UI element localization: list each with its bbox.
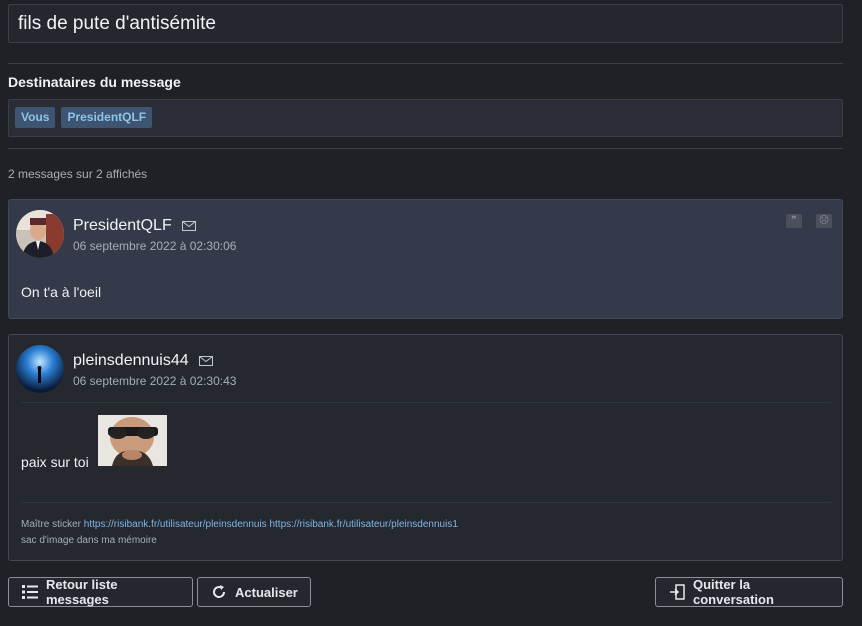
refresh-button[interactable]: Actualiser bbox=[197, 577, 311, 607]
recipients-list: Vous PresidentQLF bbox=[8, 99, 843, 137]
mail-icon[interactable] bbox=[181, 221, 196, 231]
back-to-messages-button[interactable]: Retour liste messages bbox=[8, 577, 193, 607]
messages-count: 2 messages sur 2 affichés bbox=[8, 167, 148, 181]
divider bbox=[21, 402, 831, 403]
refresh-button-label: Actualiser bbox=[235, 584, 298, 600]
recipient-tag-presidentqlf[interactable]: PresidentQLF bbox=[61, 107, 153, 128]
mail-icon[interactable] bbox=[198, 356, 213, 366]
recipient-tag-vous[interactable]: Vous bbox=[15, 107, 56, 128]
signature: Maître sticker https://risibank.fr/utili… bbox=[21, 517, 458, 549]
quote-icon[interactable]: ❞ bbox=[786, 214, 802, 228]
message-date: 06 septembre 2022 à 02:30:43 bbox=[73, 374, 237, 388]
back-button-label: Retour liste messages bbox=[46, 577, 118, 607]
leave-button-label: Quitter la conversation bbox=[693, 577, 774, 607]
author-name[interactable]: pleinsdennuis44 bbox=[73, 352, 189, 370]
report-icon[interactable]: ☹ bbox=[816, 214, 832, 228]
message-body: On t'a à l'oeil bbox=[21, 284, 102, 300]
exit-icon bbox=[670, 584, 685, 600]
refresh-icon bbox=[213, 585, 226, 598]
message-card: pleinsdennuis44 06 septembre 2022 à 02:3… bbox=[8, 334, 843, 561]
message-author: pleinsdennuis44 bbox=[73, 352, 213, 370]
signature-link[interactable]: https://risibank.fr/utilisateur/pleinsde… bbox=[269, 519, 457, 530]
divider bbox=[8, 63, 843, 64]
message-card: PresidentQLF 06 septembre 2022 à 02:30:0… bbox=[8, 199, 843, 319]
recipients-label: Destinataires du message bbox=[8, 74, 181, 90]
avatar[interactable] bbox=[16, 210, 64, 258]
avatar[interactable] bbox=[16, 345, 64, 393]
message-date: 06 septembre 2022 à 02:30:06 bbox=[73, 239, 237, 253]
sticker-image[interactable] bbox=[98, 415, 167, 466]
leave-conversation-button[interactable]: Quitter la conversation bbox=[655, 577, 843, 607]
signature-prefix: Maître sticker bbox=[21, 519, 84, 530]
signature-line: sac d'image dans ma mémoire bbox=[21, 535, 157, 546]
message-body: paix sur toi bbox=[21, 454, 89, 470]
author-name[interactable]: PresidentQLF bbox=[73, 217, 172, 235]
divider bbox=[8, 148, 843, 149]
conversation-title: fils de pute d'antisémite bbox=[8, 4, 843, 43]
message-author: PresidentQLF bbox=[73, 217, 196, 235]
list-icon bbox=[22, 585, 38, 599]
signature-link[interactable]: https://risibank.fr/utilisateur/pleinsde… bbox=[84, 519, 267, 530]
divider bbox=[21, 502, 831, 503]
